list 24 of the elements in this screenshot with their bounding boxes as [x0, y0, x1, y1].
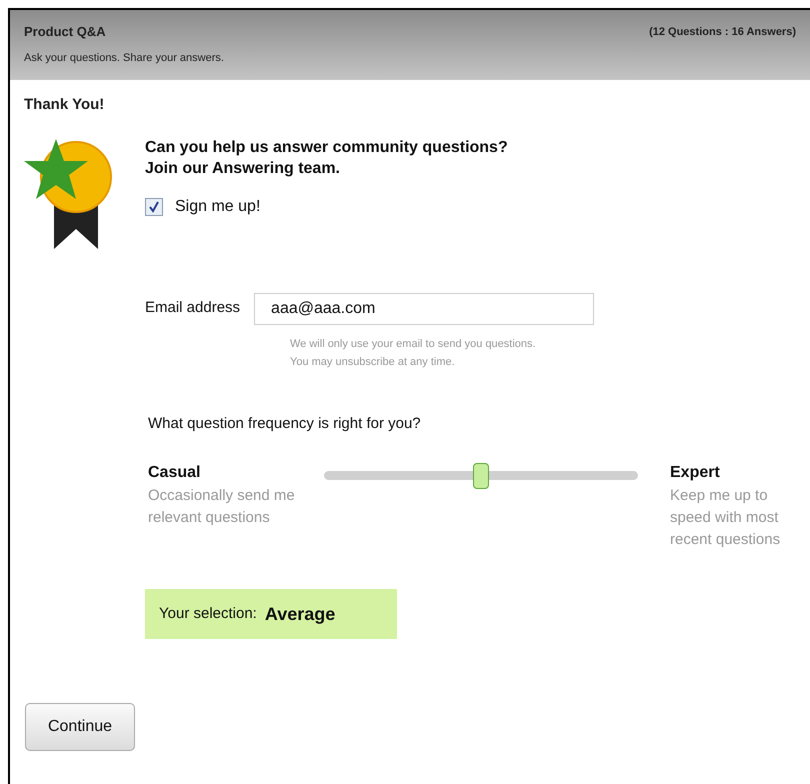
frequency-question: What question frequency is right for you? — [148, 414, 422, 434]
question-count: (12 Questions : 16 Answers) — [649, 24, 796, 40]
unsubscribe-hint: You may unsubscribe at any time. — [290, 354, 456, 370]
selection-label: Your selection: — [159, 604, 257, 624]
expert-description: Keep me up to speed with most recent questions — [670, 486, 782, 550]
header-title: Product Q&A — [24, 23, 106, 41]
expert-title: Expert — [670, 463, 721, 483]
casual-title: Casual — [148, 463, 202, 483]
slider-thumb[interactable] — [473, 463, 489, 489]
checkmark-icon — [148, 200, 160, 212]
continue-button[interactable]: Continue — [25, 703, 135, 751]
signup-checkbox[interactable] — [145, 198, 163, 216]
prompt-question: Can you help us answer community questions? — [145, 138, 508, 158]
email-hint: We will only use your email to send you questions. — [290, 336, 537, 352]
selection-value: Average — [264, 602, 336, 626]
header-subtitle: Ask your questions. Share your answers. — [24, 50, 225, 66]
signup-label: Sign me up! — [175, 196, 260, 216]
award-ribbon-icon — [24, 136, 112, 248]
prompt-invitation: Join our Answering team. — [145, 158, 341, 178]
thank-you-heading: Thank You! — [24, 95, 106, 115]
email-field[interactable]: aaa@aaa.com — [254, 292, 594, 324]
casual-description: Occasionally send me relevant questions — [148, 486, 296, 528]
email-label: Email address — [145, 298, 240, 318]
frequency-slider[interactable] — [324, 463, 638, 489]
